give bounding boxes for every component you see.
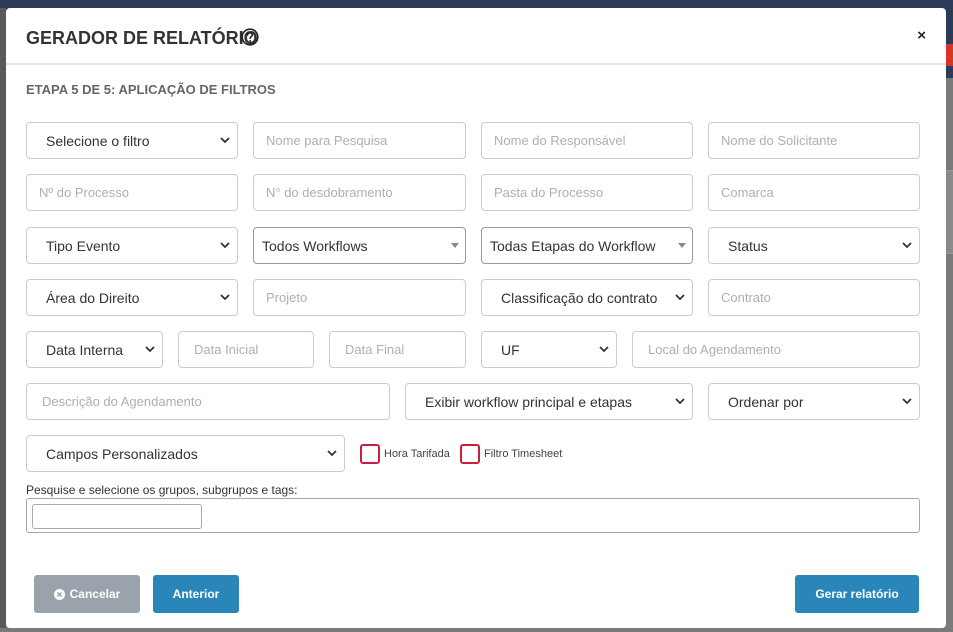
contract-input[interactable]: Contrato	[708, 279, 920, 316]
chevron-down-icon	[145, 346, 155, 353]
process-folder-input[interactable]: Pasta do Processo	[481, 174, 693, 211]
custom-fields-dropdown[interactable]: Campos Personalizados	[26, 435, 345, 472]
process-number-input[interactable]: Nº do Processo	[26, 174, 238, 211]
cancel-label: Cancelar	[69, 587, 121, 601]
chevron-down-icon	[675, 398, 685, 405]
search-name-input[interactable]: Nome para Pesquisa	[253, 122, 466, 159]
uf-value: UF	[501, 341, 520, 358]
law-area-value: Área do Direito	[46, 289, 140, 306]
schedule-location-input[interactable]: Local do Agendamento	[632, 331, 920, 368]
start-date-input[interactable]: Data Inicial	[178, 331, 314, 368]
event-type-dropdown[interactable]: Tipo Evento	[26, 227, 238, 264]
report-generator-modal: GERADOR DE RELATÓRIO × ETAPA 5 DE 5: APL…	[6, 8, 946, 628]
timesheet-filter-label: Filtro Timesheet	[484, 448, 563, 460]
checkbox-box[interactable]	[460, 444, 480, 464]
chevron-down-icon	[220, 294, 230, 301]
tags-search-input[interactable]	[32, 504, 202, 529]
internal-date-value: Data Interna	[46, 341, 124, 358]
caret-down-icon	[451, 243, 459, 248]
step-label: ETAPA 5 DE 5: APLICAÇÃO DE FILTROS	[26, 82, 276, 97]
workflows-combobox[interactable]: Todos Workflows	[253, 227, 466, 264]
status-value: Status	[728, 237, 768, 254]
chevron-down-icon	[327, 450, 337, 457]
responsible-name-input[interactable]: Nome do Responsável	[481, 122, 693, 159]
show-workflow-value: Exibir workflow principal e etapas	[425, 393, 632, 410]
cancel-button[interactable]: Cancelar	[34, 575, 140, 613]
select-filter-value: Selecione o filtro	[46, 132, 150, 149]
tags-label: Pesquise e selecione os grupos, subgrupo…	[26, 483, 298, 497]
workflow-steps-combobox[interactable]: Todas Etapas do Workflow	[481, 227, 693, 264]
status-dropdown[interactable]: Status	[708, 227, 920, 264]
project-input[interactable]: Projeto	[253, 279, 466, 316]
internal-date-dropdown[interactable]: Data Interna	[26, 331, 163, 368]
timesheet-filter-checkbox[interactable]: Filtro Timesheet	[460, 444, 562, 464]
close-icon[interactable]: ×	[917, 28, 926, 44]
chevron-down-icon	[902, 242, 912, 249]
chevron-down-icon	[675, 294, 685, 301]
requester-name-input[interactable]: Nome do Solicitante	[708, 122, 920, 159]
billed-hours-label: Hora Tarifada	[384, 448, 450, 460]
generate-report-button[interactable]: Gerar relatório	[795, 575, 919, 613]
event-type-value: Tipo Evento	[46, 237, 121, 254]
tags-selector[interactable]	[26, 498, 920, 533]
chevron-down-icon	[599, 346, 609, 353]
billed-hours-checkbox[interactable]: Hora Tarifada	[360, 444, 450, 464]
chevron-down-icon	[220, 242, 230, 249]
chevron-down-icon	[220, 137, 230, 144]
background-panel	[946, 170, 953, 254]
contract-classification-value: Classificação do contrato	[501, 289, 658, 306]
order-by-dropdown[interactable]: Ordenar por	[708, 383, 920, 420]
workflow-steps-value: Todas Etapas do Workflow	[490, 237, 656, 254]
previous-button[interactable]: Anterior	[153, 575, 239, 613]
select-filter-dropdown[interactable]: Selecione o filtro	[26, 122, 238, 159]
previous-label: Anterior	[172, 587, 220, 601]
question-circle-icon[interactable]	[241, 28, 259, 46]
split-number-input[interactable]: N° do desdobramento	[253, 174, 466, 211]
generate-label: Gerar relatório	[815, 587, 899, 601]
schedule-description-input[interactable]: Descrição do Agendamento	[26, 383, 390, 420]
x-circle-icon	[53, 588, 65, 600]
chevron-down-icon	[902, 398, 912, 405]
uf-dropdown[interactable]: UF	[481, 331, 617, 368]
custom-fields-value: Campos Personalizados	[46, 445, 198, 462]
modal-title: GERADOR DE RELATÓRIO	[26, 28, 258, 48]
order-by-value: Ordenar por	[728, 393, 804, 410]
end-date-input[interactable]: Data Final	[329, 331, 466, 368]
modal-header: GERADOR DE RELATÓRIO ×	[6, 8, 946, 65]
caret-down-icon	[678, 243, 686, 248]
show-workflow-dropdown[interactable]: Exibir workflow principal e etapas	[405, 383, 693, 420]
law-area-dropdown[interactable]: Área do Direito	[26, 279, 238, 316]
contract-classification-dropdown[interactable]: Classificação do contrato	[481, 279, 693, 316]
district-input[interactable]: Comarca	[708, 174, 920, 211]
checkbox-box[interactable]	[360, 444, 380, 464]
workflows-value: Todos Workflows	[262, 237, 368, 254]
